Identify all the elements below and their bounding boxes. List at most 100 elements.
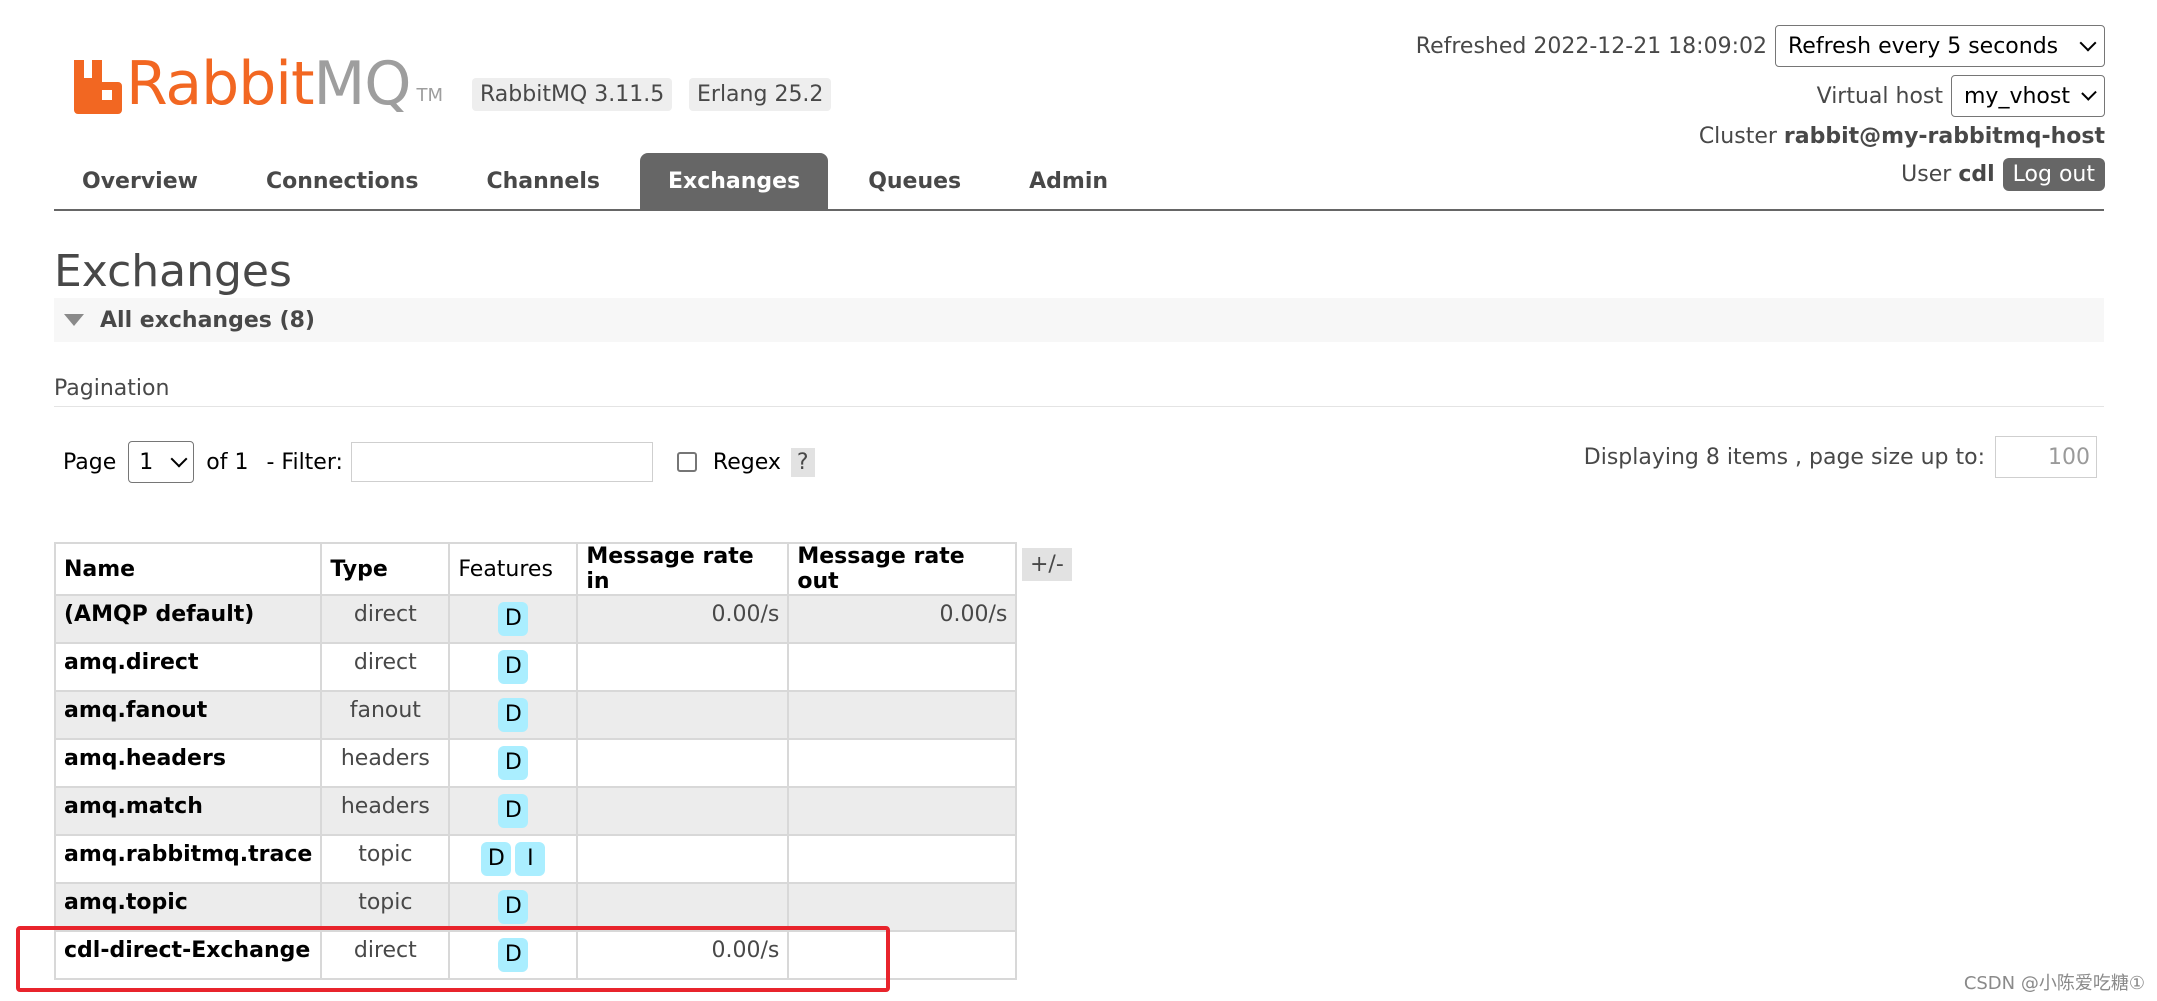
chevron-down-icon: [170, 450, 188, 468]
filter-label: - Filter:: [266, 449, 343, 475]
refresh-interval-value: Refresh every 5 seconds: [1788, 33, 2059, 59]
pagination-label: Pagination: [54, 376, 170, 401]
message-rate-out: [787, 834, 1018, 884]
table-row[interactable]: (AMQP default) direct D 0.00/s 0.00/s: [53, 594, 1018, 644]
refresh-interval-select[interactable]: Refresh every 5 seconds: [1775, 25, 2105, 67]
feature-durable-badge: D: [498, 698, 529, 732]
tab-channels[interactable]: Channels: [458, 153, 628, 209]
message-rate-out: 0.00/s: [787, 594, 1018, 644]
rabbitmq-logo-icon: [74, 60, 122, 114]
feature-durable-badge: D: [498, 602, 529, 636]
table-row[interactable]: amq.fanout fanout D: [53, 690, 1018, 740]
feature-durable-badge: D: [498, 890, 529, 924]
feature-durable-badge: D: [498, 650, 529, 684]
exchange-name-link[interactable]: (AMQP default): [53, 594, 323, 644]
table-row[interactable]: amq.direct direct D: [53, 642, 1018, 692]
rabbitmq-logo: Rabbit MQ TM: [72, 44, 443, 114]
refreshed-timestamp: Refreshed 2022-12-21 18:09:02: [1415, 33, 1767, 59]
page-of-label: of 1: [206, 449, 249, 475]
message-rate-out: [787, 690, 1018, 740]
page-title: Exchanges: [54, 246, 292, 297]
cluster-label: Cluster: [1698, 123, 1777, 149]
pager-controls: Page 1 of 1 - Filter: Regex ?: [63, 441, 815, 483]
cluster-name: rabbit@my-rabbitmq-host: [1783, 123, 2105, 149]
exchange-features: D: [448, 786, 579, 836]
exchange-features: D: [448, 594, 579, 644]
exchange-type: fanout: [320, 690, 451, 740]
page-select[interactable]: 1: [128, 441, 195, 483]
page-label: Page: [63, 449, 117, 475]
logo-tm-text: TM: [416, 85, 444, 106]
exchange-type: headers: [320, 786, 451, 836]
rabbitmq-version-badge: RabbitMQ 3.11.5: [472, 78, 673, 111]
message-rate-in: [576, 834, 790, 884]
feature-durable-badge: D: [481, 842, 512, 876]
exchange-features: D: [448, 882, 579, 932]
message-rate-out: [787, 882, 1018, 932]
tab-admin[interactable]: Admin: [1001, 153, 1136, 209]
column-header-rate-out[interactable]: Message rate out: [787, 542, 1018, 596]
main-nav: Overview Connections Channels Exchanges …: [54, 153, 2104, 211]
exchange-name-link[interactable]: amq.match: [53, 786, 323, 836]
message-rate-in: [576, 882, 790, 932]
logo-rabbit-text: Rabbit: [126, 49, 315, 119]
display-info-text: Displaying 8 items , page size up to:: [1583, 444, 1985, 470]
watermark: CSDN @小陈爱吃糖①: [1963, 973, 2145, 994]
message-rate-out: [787, 738, 1018, 788]
message-rate-in: 0.00/s: [576, 594, 790, 644]
tab-overview[interactable]: Overview: [54, 153, 226, 209]
table-row[interactable]: amq.rabbitmq.trace topic DI: [53, 834, 1018, 884]
tab-exchanges[interactable]: Exchanges: [639, 153, 829, 209]
column-header-features: Features: [448, 542, 579, 596]
tab-connections[interactable]: Connections: [238, 153, 446, 209]
pagination-divider: [54, 406, 2104, 407]
exchange-features: D: [448, 690, 579, 740]
exchange-type: direct: [320, 594, 451, 644]
exchange-name-link[interactable]: amq.direct: [53, 642, 323, 692]
exchange-features: D: [448, 738, 579, 788]
feature-durable-badge: D: [498, 746, 529, 780]
feature-internal-badge: I: [515, 842, 546, 876]
column-header-rate-in[interactable]: Message rate in: [576, 542, 790, 596]
filter-input[interactable]: [350, 442, 653, 482]
table-header-row: Name Type Features Message rate in Messa…: [53, 542, 1018, 596]
exchange-type: topic: [320, 882, 451, 932]
message-rate-out: [787, 786, 1018, 836]
column-header-type[interactable]: Type: [320, 542, 451, 596]
feature-durable-badge: D: [498, 794, 529, 828]
regex-label: Regex: [712, 449, 781, 475]
table-row[interactable]: amq.topic topic D: [53, 882, 1018, 932]
section-title: All exchanges (8): [100, 307, 315, 333]
page-select-value: 1: [139, 449, 154, 475]
logo-mq-text: MQ: [313, 49, 412, 119]
virtual-host-select[interactable]: my_vhost: [1951, 75, 2105, 117]
column-toggle-button[interactable]: +/-: [1022, 548, 1072, 581]
exchange-name-link[interactable]: amq.rabbitmq.trace: [53, 834, 323, 884]
regex-checkbox[interactable]: [676, 452, 697, 472]
virtual-host-value: my_vhost: [1964, 83, 2070, 109]
tab-queues[interactable]: Queues: [840, 153, 989, 209]
exchange-type: topic: [320, 834, 451, 884]
exchange-name-link[interactable]: amq.topic: [53, 882, 323, 932]
message-rate-in: [576, 642, 790, 692]
collapse-triangle-icon: [64, 314, 84, 326]
highlight-annotation-box: [16, 926, 890, 992]
message-rate-in: [576, 738, 790, 788]
regex-help-button[interactable]: ?: [790, 447, 815, 477]
table-row[interactable]: amq.match headers D: [53, 786, 1018, 836]
virtual-host-label: Virtual host: [1816, 83, 1943, 109]
exchange-type: headers: [320, 738, 451, 788]
page-size-input[interactable]: 100: [1995, 436, 2097, 478]
chevron-down-icon: [2079, 34, 2097, 52]
table-row[interactable]: amq.headers headers D: [53, 738, 1018, 788]
exchange-features: D: [448, 642, 579, 692]
exchange-name-link[interactable]: amq.fanout: [53, 690, 323, 740]
display-info: Displaying 8 items , page size up to: 10…: [1584, 436, 2097, 478]
exchange-name-link[interactable]: amq.headers: [53, 738, 323, 788]
column-header-name[interactable]: Name: [53, 542, 323, 596]
exchanges-table: Name Type Features Message rate in Messa…: [53, 542, 1018, 980]
message-rate-in: [576, 786, 790, 836]
chevron-down-icon: [2081, 85, 2097, 101]
all-exchanges-section-toggle[interactable]: All exchanges (8): [54, 298, 2104, 342]
exchange-features: DI: [448, 834, 579, 884]
